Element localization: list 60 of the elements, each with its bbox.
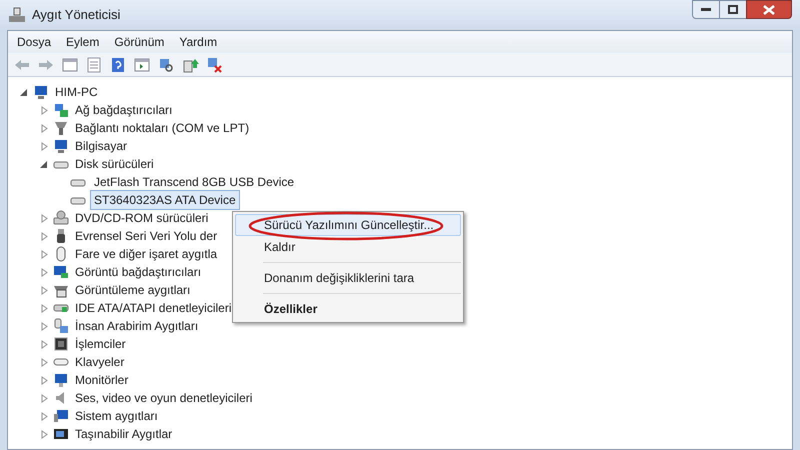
minimize-button[interactable] (692, 0, 720, 19)
collapsed-arrow-icon[interactable] (40, 322, 49, 330)
computer-icon (8, 7, 26, 23)
tree-item[interactable]: ST3640323AS ATA Device (90, 190, 240, 210)
menu-item[interactable]: Kaldır (235, 236, 461, 258)
tree-item[interactable]: İşlemciler (73, 335, 128, 353)
expanded-arrow-icon[interactable] (40, 160, 49, 168)
maximize-button[interactable] (720, 0, 746, 19)
tree-item[interactable]: Görüntü bağdaştırıcıları (73, 263, 204, 281)
collapsed-arrow-icon[interactable] (40, 232, 49, 240)
tree-item[interactable]: DVD/CD-ROM sürücüleri (73, 209, 210, 227)
tree-item[interactable]: Sistem aygıtları (73, 407, 160, 425)
menu-item[interactable]: Eylem (60, 33, 106, 51)
computer-icon (33, 84, 49, 100)
network-icon (53, 102, 69, 118)
collapsed-arrow-icon[interactable] (40, 430, 49, 438)
collapsed-arrow-icon[interactable] (40, 250, 49, 258)
tree-item[interactable]: Bilgisayar (73, 137, 130, 155)
maximize-icon (728, 5, 738, 14)
close-icon (763, 4, 775, 14)
tree-item[interactable]: Ses, video ve oyun denetleyicileri (73, 389, 254, 407)
tree-item[interactable]: Klavyeler (73, 353, 126, 371)
tree-item[interactable]: Bağlantı noktaları (COM ve LPT) (73, 119, 252, 137)
tree-item[interactable]: IDE ATA/ATAPI denetleyicileri (73, 299, 234, 317)
tree-item[interactable]: Disk sürücüleri (73, 155, 156, 173)
collapsed-arrow-icon[interactable] (40, 214, 49, 222)
collapsed-arrow-icon[interactable] (40, 394, 49, 402)
tree-item[interactable]: Monitörler (73, 371, 130, 389)
collapsed-arrow-icon[interactable] (40, 286, 49, 294)
close-button[interactable] (746, 0, 792, 19)
tree-item[interactable]: Taşınabilir Aygıtlar (73, 425, 174, 443)
collapsed-arrow-icon[interactable] (40, 106, 49, 114)
tree-item[interactable]: İnsan Arabirim Aygıtları (73, 317, 200, 335)
computer-icon (53, 138, 69, 154)
collapsed-arrow-icon[interactable] (40, 268, 49, 276)
tree-item[interactable]: Görüntüleme aygıtları (73, 281, 192, 299)
window-title: Aygıt Yöneticisi (32, 6, 120, 24)
collapsed-arrow-icon[interactable] (40, 340, 49, 348)
tree-item[interactable]: JetFlash Transcend 8GB USB Device (90, 172, 298, 192)
collapsed-arrow-icon[interactable] (40, 358, 49, 366)
monitor-icon (53, 372, 69, 388)
menu-item[interactable]: Donanım değişikliklerini tara (235, 267, 461, 289)
collapsed-arrow-icon[interactable] (40, 142, 49, 150)
collapsed-arrow-icon[interactable] (40, 412, 49, 420)
menu-item[interactable]: Görünüm (108, 33, 170, 51)
tree-item[interactable]: Ağ bağdaştırıcıları (73, 101, 174, 119)
tree-item[interactable]: Fare ve diğer işaret aygıtla (73, 245, 220, 263)
expanded-arrow-icon[interactable] (20, 88, 29, 96)
menu-item[interactable]: Yardım (173, 33, 224, 51)
tree-item[interactable]: HIM-PC (53, 83, 100, 101)
display-adapter-icon (53, 264, 69, 280)
collapsed-arrow-icon[interactable] (40, 304, 49, 312)
collapsed-arrow-icon[interactable] (40, 124, 49, 132)
minimize-icon (701, 8, 711, 12)
collapsed-arrow-icon[interactable] (40, 376, 49, 384)
chip-icon (53, 336, 69, 352)
tree-item[interactable]: Evrensel Seri Veri Yolu der (73, 227, 220, 245)
portable-device-icon (53, 426, 69, 442)
menu-item[interactable]: Dosya (11, 33, 58, 51)
menu-item[interactable]: Özellikler (235, 298, 461, 320)
